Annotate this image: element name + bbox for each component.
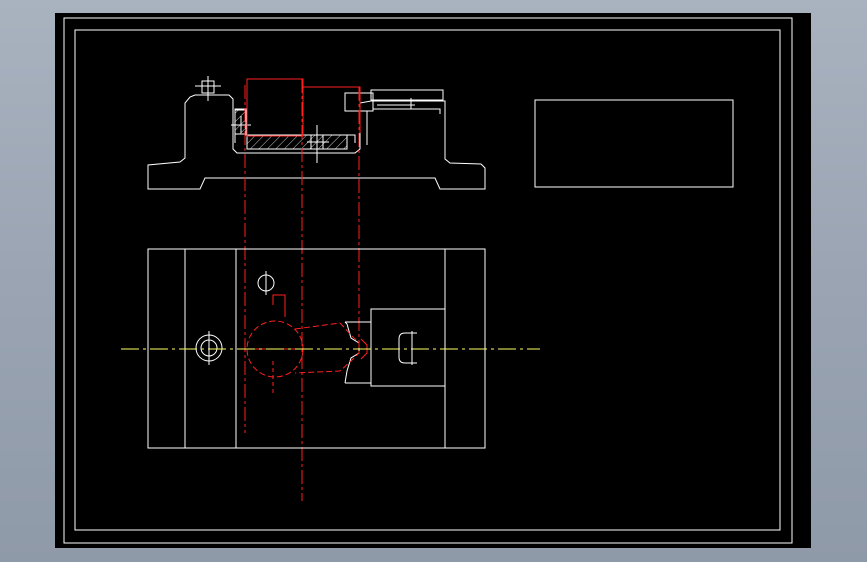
clamp-plate-top	[370, 308, 446, 387]
outer-border	[63, 17, 793, 544]
workpiece-body-front	[246, 78, 304, 137]
clamp-jaw	[370, 89, 444, 101]
workpiece-boss	[272, 294, 286, 317]
engineering-drawing	[63, 17, 793, 544]
clamp-slot	[398, 332, 417, 364]
workpiece-arm	[294, 322, 360, 374]
workpiece-front	[246, 78, 361, 137]
cad-model-space[interactable]	[55, 13, 811, 548]
hatched-section-base	[246, 134, 348, 150]
title-block	[534, 99, 734, 188]
inner-border	[74, 29, 781, 531]
front-view	[147, 76, 486, 190]
workpiece-top	[246, 294, 368, 395]
center-marks	[208, 271, 413, 365]
